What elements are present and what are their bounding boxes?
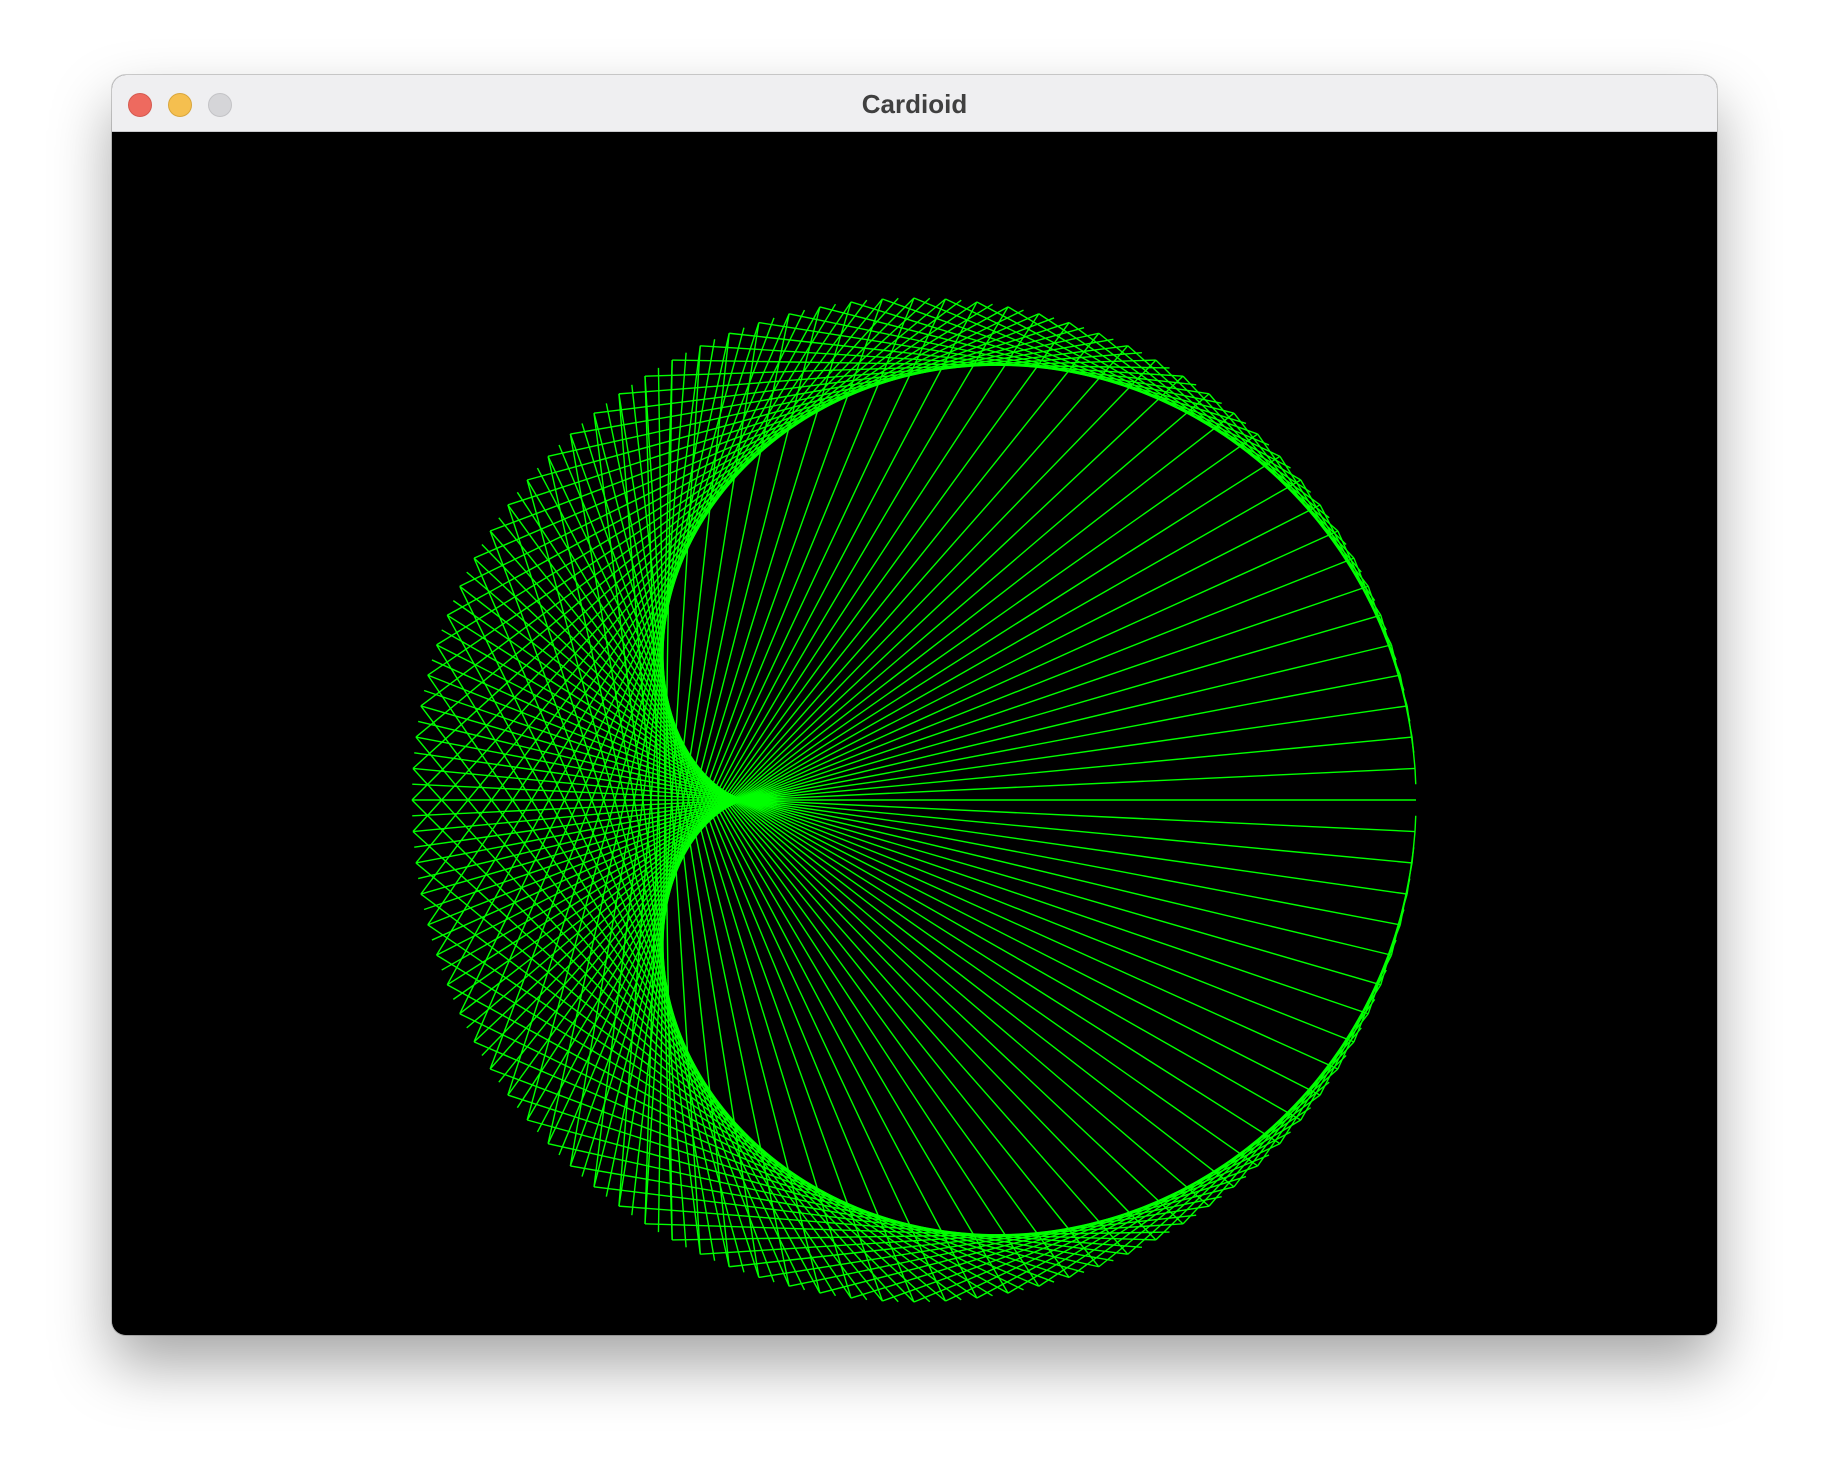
chord-line xyxy=(507,1094,1070,1279)
chord-line xyxy=(414,705,1408,848)
chord-line xyxy=(1414,768,1417,785)
drawing-canvas xyxy=(112,132,1717,1335)
chord-line xyxy=(507,322,760,1096)
cardioid-drawing xyxy=(411,297,1417,1303)
chord-line xyxy=(489,345,1129,1070)
chord-line xyxy=(446,614,1281,1145)
chord-line xyxy=(436,644,1321,1096)
title-bar[interactable]: Cardioid xyxy=(112,75,1717,132)
chord-line xyxy=(1414,815,1417,832)
chord-line xyxy=(570,1165,1114,1262)
chord-line xyxy=(415,298,946,738)
chord-line xyxy=(415,862,946,1302)
chord-lines xyxy=(411,297,1417,1303)
chord-line xyxy=(473,1041,1040,1287)
chord-line xyxy=(945,298,1281,457)
chord-line xyxy=(1411,737,1416,769)
app-window: Cardioid xyxy=(112,75,1717,1335)
chord-line xyxy=(527,1119,1085,1273)
chord-line xyxy=(473,313,1040,559)
chord-line xyxy=(489,530,1129,1255)
chord-line xyxy=(446,455,1281,986)
chord-line xyxy=(411,297,915,801)
chord-line xyxy=(427,924,978,1299)
chord-line xyxy=(1257,433,1376,602)
chord-line xyxy=(507,322,1070,1096)
chord-line xyxy=(436,504,1321,956)
chord-line xyxy=(1098,332,1330,519)
chord-line xyxy=(527,327,1085,481)
chord-line xyxy=(507,504,760,1278)
chord-line xyxy=(945,1143,1281,1302)
window-title: Cardioid xyxy=(861,89,968,119)
chord-line xyxy=(1038,1107,1312,1287)
